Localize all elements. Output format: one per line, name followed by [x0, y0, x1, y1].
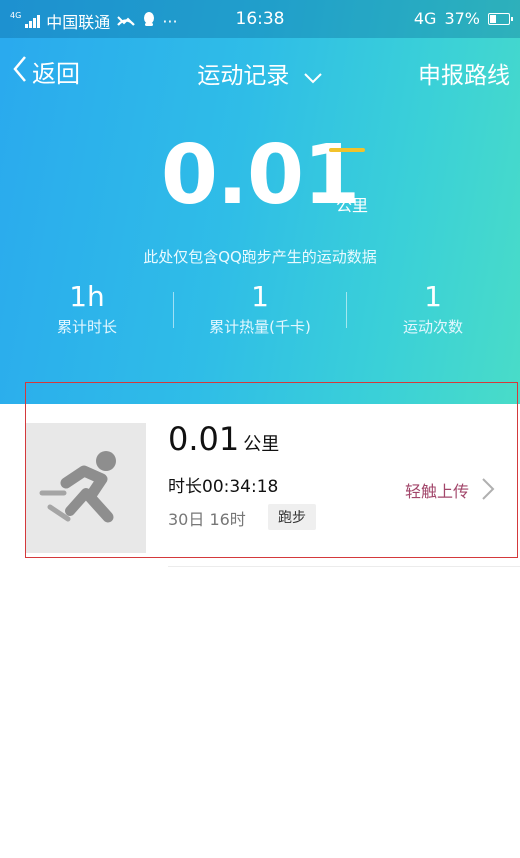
report-route-button[interactable]: 申报路线: [418, 56, 510, 90]
status-right: 4G 37%: [413, 9, 513, 28]
stat-calories: 1 累计热量(千卡): [180, 280, 340, 337]
stat-label: 累计热量(千卡): [209, 318, 311, 336]
stats-row: 1h 累计时长 1 累计热量(千卡) 1 运动次数: [0, 280, 520, 340]
data-source-note: 此处仅包含QQ跑步产生的运动数据: [143, 248, 377, 266]
total-distance: 0.01: [0, 126, 520, 226]
stat-label: 运动次数: [402, 318, 463, 336]
distance-unit: 公里: [336, 196, 369, 215]
battery-icon: [488, 12, 513, 25]
stat-value: 1h: [69, 280, 105, 313]
stat-duration: 1h 累计时长: [7, 280, 167, 337]
chevron-down-icon: [303, 64, 323, 90]
network-type: 4G: [413, 9, 437, 28]
stat-value: 1: [424, 280, 442, 313]
page-title: 运动记录: [197, 63, 290, 89]
highlight-outline: [25, 382, 518, 558]
stat-value: 1: [251, 280, 269, 313]
stat-count: 1 运动次数: [353, 280, 513, 337]
divider: [346, 292, 347, 328]
status-bar: 4G 中国联通 ··· 16:38 4G 37%: [0, 0, 520, 38]
battery-percent: 37%: [444, 9, 480, 28]
distance-value: 0.01: [160, 128, 360, 223]
divider: [173, 292, 174, 328]
nav-bar: 返回 运动记录 申报路线: [0, 38, 520, 104]
accent-dash: [329, 148, 365, 152]
stat-label: 累计时长: [56, 318, 117, 336]
list-separator: [168, 566, 520, 567]
